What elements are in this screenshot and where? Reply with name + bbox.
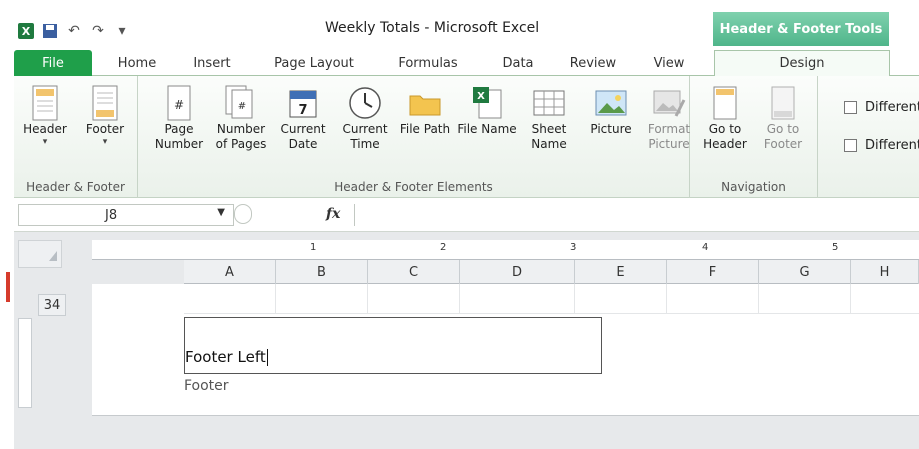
cell[interactable] <box>460 284 575 314</box>
footer-left-text: Footer Left <box>185 348 266 366</box>
sheet-name-button[interactable]: Sheet Name <box>518 80 580 170</box>
left-edge <box>0 0 14 449</box>
go-to-footer-button[interactable]: Go to Footer <box>752 80 814 170</box>
window-title: Weekly Totals - Microsoft Excel <box>325 20 540 36</box>
tab-insert[interactable]: Insert <box>184 50 240 76</box>
svg-text:7: 7 <box>298 103 307 118</box>
option-different-odd-even[interactable]: Different <box>844 138 919 153</box>
context-tab-header-footer-tools: Header & Footer Tools <box>713 12 889 46</box>
tab-home[interactable]: Home <box>110 50 164 76</box>
column-header-g[interactable]: G <box>759 260 851 284</box>
calendar-icon: 7 <box>285 84 321 122</box>
undo-icon[interactable]: ↶ <box>64 22 84 40</box>
worksheet-area: 1 2 3 4 5 A B C D E F G H 34 Footer Left… <box>14 232 919 449</box>
go-to-footer-icon <box>765 84 801 122</box>
page-number-icon: # <box>161 84 197 122</box>
checkbox-different-odd-even[interactable] <box>844 139 857 152</box>
folder-icon <box>407 84 443 122</box>
customize-qat-icon[interactable]: ▾ <box>112 22 132 40</box>
footer-button[interactable]: Footer ▾ <box>74 80 136 170</box>
title-bar: X ↶ ↷ ▾ Weekly Totals - Microsoft Excel … <box>0 0 919 46</box>
header-dropdown-icon: ▾ <box>42 137 48 147</box>
group-elements: # Page Number # Number of Pages 7 Curren… <box>138 76 690 198</box>
row-34-cells <box>184 284 919 314</box>
tab-design[interactable]: Design <box>714 50 890 76</box>
vertical-ruler <box>18 318 32 408</box>
svg-text:X: X <box>477 91 485 102</box>
ribbon: Header ▾ Footer ▾ Header & Footer # Page… <box>14 76 919 198</box>
tab-formulas[interactable]: Formulas <box>388 50 468 76</box>
picture-icon <box>593 84 629 122</box>
header-icon <box>27 84 63 122</box>
cell[interactable] <box>276 284 368 314</box>
cell[interactable] <box>759 284 851 314</box>
footer-dropdown-icon: ▾ <box>102 137 108 147</box>
file-path-button[interactable]: File Path <box>394 80 456 170</box>
footer-icon <box>87 84 123 122</box>
cell[interactable] <box>575 284 667 314</box>
sheet-grid-icon <box>531 84 567 122</box>
page-number-button[interactable]: # Page Number <box>148 80 210 170</box>
go-to-header-button[interactable]: Go to Header <box>694 80 756 170</box>
column-header-a[interactable]: A <box>184 260 276 284</box>
format-picture-icon <box>651 84 687 122</box>
tab-review[interactable]: Review <box>562 50 624 76</box>
svg-text:#: # <box>174 98 184 112</box>
current-time-button[interactable]: Current Time <box>334 80 396 170</box>
insert-function-icon[interactable]: fx <box>326 206 340 222</box>
text-cursor <box>266 349 268 366</box>
go-to-header-icon <box>707 84 743 122</box>
svg-text:X: X <box>22 25 31 38</box>
header-button[interactable]: Header ▾ <box>14 80 76 170</box>
group-navigation: Go to Header Go to Footer Navigation <box>690 76 818 198</box>
column-headers: A B C D E F G H <box>184 260 919 284</box>
svg-text:#: # <box>238 101 246 112</box>
current-date-button[interactable]: 7 Current Date <box>272 80 334 170</box>
picture-button[interactable]: Picture <box>580 80 642 170</box>
column-header-f[interactable]: F <box>667 260 759 284</box>
option-different-first-page[interactable]: Different <box>844 100 919 115</box>
number-of-pages-icon: # <box>223 84 259 122</box>
horizontal-ruler: 1 2 3 4 5 <box>92 240 919 260</box>
group-label-navigation: Navigation <box>721 180 786 194</box>
cell[interactable] <box>667 284 759 314</box>
column-header-c[interactable]: C <box>368 260 460 284</box>
excel-file-icon: X <box>469 84 505 122</box>
page-view: Footer Left Footer <box>92 284 919 416</box>
group-label-header-footer: Header & Footer <box>26 180 125 194</box>
footer-label: Footer <box>184 378 229 394</box>
tab-data[interactable]: Data <box>492 50 544 76</box>
clock-icon <box>347 84 383 122</box>
formula-bar: J8 ▼ fx <box>14 198 919 232</box>
cell[interactable] <box>368 284 460 314</box>
tab-file[interactable]: File <box>14 50 92 76</box>
formula-input[interactable] <box>354 204 919 226</box>
ribbon-tabs: File Home Insert Page Layout Formulas Da… <box>14 46 919 76</box>
column-header-d[interactable]: D <box>460 260 575 284</box>
name-box[interactable]: J8 ▼ <box>18 204 234 226</box>
checkbox-different-first-page[interactable] <box>844 101 857 114</box>
formula-bar-handle[interactable] <box>234 204 252 224</box>
footer-left-section[interactable]: Footer Left <box>184 317 602 374</box>
column-header-h[interactable]: H <box>851 260 919 284</box>
number-of-pages-button[interactable]: # Number of Pages <box>210 80 272 170</box>
column-header-b[interactable]: B <box>276 260 368 284</box>
column-header-e[interactable]: E <box>575 260 667 284</box>
red-marker <box>6 272 10 302</box>
tab-page-layout[interactable]: Page Layout <box>264 50 364 76</box>
quick-access-toolbar: X ↶ ↷ ▾ <box>16 20 132 42</box>
group-header-footer: Header ▾ Footer ▾ Header & Footer <box>14 76 138 198</box>
group-label-elements: Header & Footer Elements <box>334 180 493 194</box>
excel-logo-icon: X <box>16 22 36 40</box>
select-all-corner[interactable] <box>18 240 62 268</box>
cell[interactable] <box>184 284 276 314</box>
redo-icon[interactable]: ↷ <box>88 22 108 40</box>
save-icon[interactable] <box>40 22 60 40</box>
row-header-34[interactable]: 34 <box>38 294 66 316</box>
file-name-button[interactable]: X File Name <box>456 80 518 170</box>
name-box-dropdown-icon[interactable]: ▼ <box>217 207 225 218</box>
tab-view[interactable]: View <box>644 50 694 76</box>
